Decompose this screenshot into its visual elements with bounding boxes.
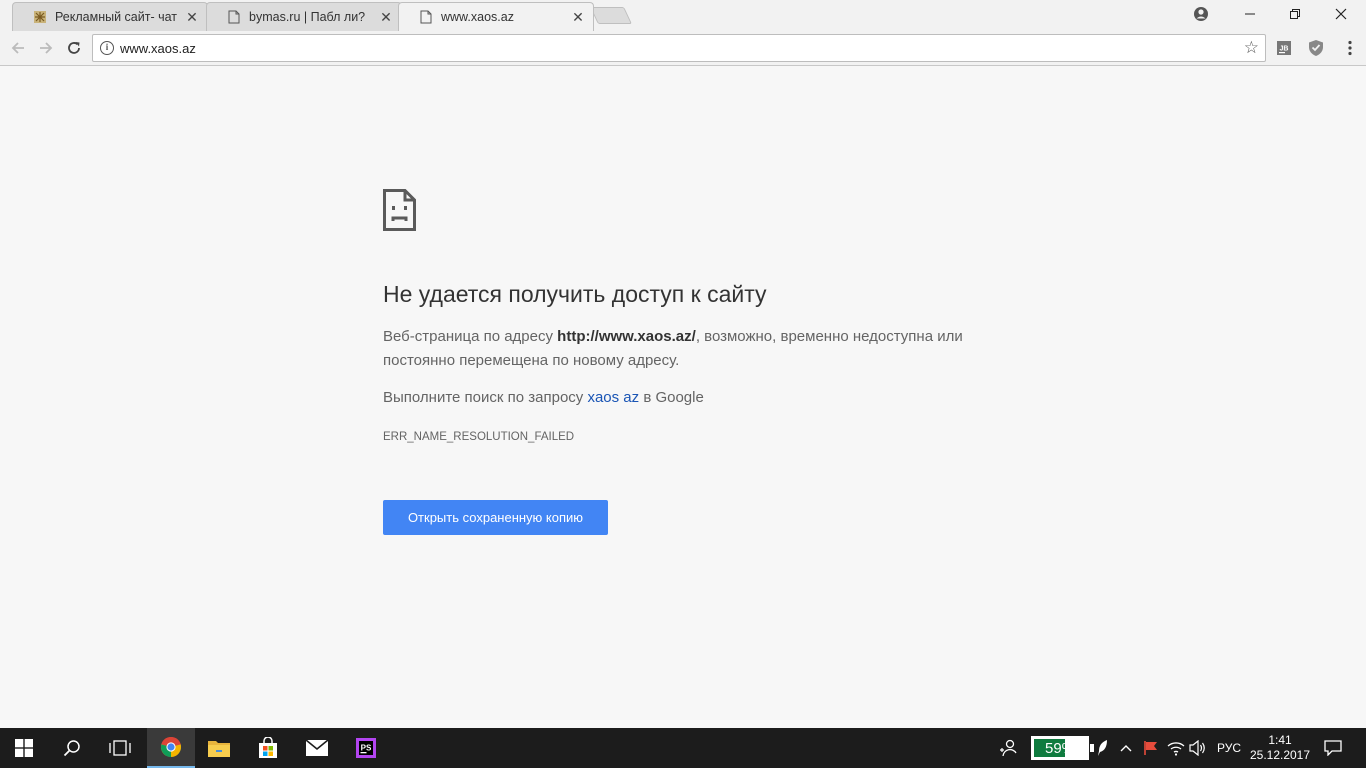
action-flag-icon[interactable] <box>1140 728 1162 768</box>
svg-text:PS: PS <box>361 744 372 753</box>
windows-taskbar: PS 59% РУС 1:41 25.12.2017 <box>0 728 1366 768</box>
clock-date: 25.12.2017 <box>1249 748 1311 762</box>
error-heading: Не удается получить доступ к сайту <box>383 281 767 307</box>
jb-extension-label: JB <box>1280 46 1289 53</box>
reload-button[interactable] <box>63 37 85 59</box>
suggestion-prefix: Выполните поиск по запросу <box>383 389 588 406</box>
tab-close-icon[interactable]: ✕ <box>379 10 393 24</box>
clock-time: 1:41 <box>1268 733 1292 747</box>
volume-icon[interactable] <box>1187 728 1209 768</box>
start-button[interactable] <box>0 728 48 768</box>
tab-title: Рекламный сайт- чат Vip <box>55 10 179 24</box>
minimize-button[interactable] <box>1227 0 1273 28</box>
jb-extension-icon[interactable]: JB <box>1275 39 1293 57</box>
menu-kebab-icon[interactable] <box>1341 39 1359 57</box>
page-icon <box>227 10 241 24</box>
wifi-icon[interactable] <box>1165 728 1187 768</box>
language-indicator[interactable]: РУС <box>1212 728 1246 768</box>
bookmark-star-icon[interactable]: ☆ <box>1244 38 1259 58</box>
search-icon[interactable] <box>48 728 96 768</box>
battery-percent: 59% <box>1044 740 1076 757</box>
search-suggestion: Выполните поиск по запросу xaos az в Goo… <box>383 389 704 406</box>
tab-1[interactable]: Рекламный сайт- чат Vip ✕ <box>12 2 208 31</box>
chrome-taskbar-icon[interactable] <box>147 728 195 768</box>
file-explorer-icon[interactable] <box>195 728 243 768</box>
address-bar-url[interactable]: www.xaos.az <box>120 41 196 56</box>
tab-3-active[interactable]: www.xaos.az ✕ <box>398 2 594 31</box>
address-bar[interactable]: i www.xaos.az ☆ <box>92 34 1266 62</box>
tab-title: bymas.ru | Пабл ли? <box>249 10 366 24</box>
search-suggestion-link[interactable]: xaos az <box>587 389 639 406</box>
chevron-up-icon[interactable] <box>1117 728 1135 768</box>
error-description: Веб-страница по адресу http://www.xaos.a… <box>383 325 993 373</box>
tab-strip: Рекламный сайт- чат Vip ✕ bymas.ru | Паб… <box>0 0 1366 31</box>
new-tab-button[interactable] <box>590 7 632 24</box>
browser-toolbar: i www.xaos.az ☆ JB <box>0 31 1366 66</box>
system-clock[interactable]: 1:41 25.12.2017 <box>1248 733 1312 763</box>
site-info-icon[interactable]: i <box>100 41 114 55</box>
open-cached-copy-button[interactable]: Открыть сохраненную копию <box>383 500 608 535</box>
task-view-icon[interactable] <box>96 728 144 768</box>
restore-button[interactable] <box>1272 0 1318 28</box>
page-icon <box>419 10 433 24</box>
shield-extension-icon[interactable] <box>1307 39 1325 57</box>
mail-icon[interactable] <box>293 728 341 768</box>
feather-icon[interactable] <box>1094 728 1112 768</box>
profile-icon[interactable] <box>1178 0 1224 28</box>
people-icon[interactable] <box>996 728 1020 768</box>
error-code: ERR_NAME_RESOLUTION_FAILED <box>383 431 575 443</box>
error-description-prefix: Веб-страница по адресу <box>383 328 558 345</box>
site-favicon-icon <box>33 10 47 24</box>
close-window-button[interactable] <box>1318 0 1364 28</box>
forward-button[interactable] <box>35 37 57 59</box>
store-icon[interactable] <box>244 728 292 768</box>
tab-title: www.xaos.az <box>441 10 514 24</box>
tab-close-icon[interactable]: ✕ <box>185 10 199 24</box>
suggestion-suffix: в Google <box>639 389 704 406</box>
error-url: http://www.xaos.az/ <box>557 328 696 345</box>
notifications-icon[interactable] <box>1318 728 1348 768</box>
tab-close-icon[interactable]: ✕ <box>571 10 585 24</box>
back-button[interactable] <box>7 37 29 59</box>
battery-indicator[interactable]: 59% <box>1031 736 1094 760</box>
phpstorm-icon[interactable]: PS <box>342 728 390 768</box>
sad-page-icon <box>383 189 416 236</box>
tab-2[interactable]: bymas.ru | Пабл ли? ✕ <box>206 2 402 31</box>
